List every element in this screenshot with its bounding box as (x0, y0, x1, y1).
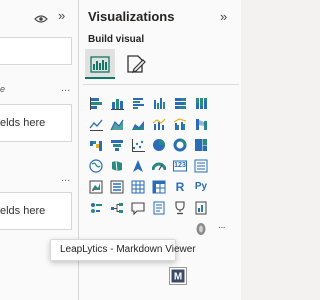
map-icon[interactable] (89, 159, 103, 173)
markdown-viewer-visual-button[interactable]: M (169, 267, 187, 285)
power-apps-icon[interactable] (194, 222, 208, 236)
field-well-placeholder: elds here (0, 205, 46, 217)
table-icon[interactable] (131, 180, 145, 194)
tab-format-visual[interactable] (120, 49, 150, 79)
area-chart-icon[interactable] (110, 117, 124, 131)
waterfall-chart-icon[interactable] (89, 138, 103, 152)
gauge-icon[interactable] (152, 159, 166, 173)
tab-build-visual[interactable] (85, 49, 115, 79)
field-well-more-button[interactable]: ... (61, 172, 70, 184)
field-well-more-button[interactable]: ... (61, 82, 70, 94)
100-stacked-bar-chart-icon[interactable] (173, 96, 187, 110)
clustered-bar-chart-icon[interactable] (131, 96, 145, 110)
collapse-pane-icon[interactable]: » (58, 8, 65, 23)
matrix-icon[interactable] (152, 180, 166, 194)
funnel-chart-icon[interactable] (110, 138, 124, 152)
search-field-box[interactable] (0, 37, 72, 65)
azure-map-icon[interactable] (131, 159, 145, 173)
scatter-chart-icon[interactable] (131, 138, 145, 152)
more-visuals-icon[interactable]: ··· (215, 222, 229, 236)
collapse-pane-icon[interactable]: » (220, 9, 227, 24)
card-label: 123 (174, 162, 186, 169)
q-and-a-icon[interactable] (131, 201, 145, 215)
eye-icon[interactable] (34, 11, 48, 23)
slicer-icon[interactable] (110, 180, 124, 194)
format-visual-icon (127, 55, 146, 73)
decomposition-tree-icon[interactable] (110, 201, 124, 215)
tooltip-text: LeapLytics - Markdown Viewer (60, 244, 196, 255)
more-visuals-label: ··· (218, 225, 226, 232)
paginated-report-icon[interactable] (194, 201, 208, 215)
treemap-icon[interactable] (194, 138, 208, 152)
kpi-icon[interactable] (89, 180, 103, 194)
field-well-dropzone[interactable]: elds here (0, 104, 72, 142)
line-chart-icon[interactable] (89, 117, 103, 131)
r-script-visual-icon[interactable]: R (173, 180, 187, 194)
card-icon[interactable]: 123 (173, 159, 187, 173)
100-stacked-column-chart-icon[interactable] (194, 96, 208, 110)
stacked-bar-chart-icon[interactable] (89, 96, 103, 110)
key-influencers-icon[interactable] (89, 201, 103, 215)
donut-chart-icon[interactable] (173, 138, 187, 152)
clustered-column-chart-icon[interactable] (152, 96, 166, 110)
line-and-clustered-column-chart-icon[interactable] (173, 117, 187, 131)
pie-chart-icon[interactable] (152, 138, 166, 152)
field-well-placeholder: elds here (0, 117, 46, 129)
python-visual-label: Py (194, 181, 208, 192)
python-visual-icon[interactable]: Py (194, 180, 208, 194)
stacked-column-chart-icon[interactable] (110, 96, 124, 110)
markdown-viewer-letter: M (174, 272, 182, 283)
filled-map-icon[interactable] (110, 159, 124, 173)
r-script-visual-label: R (175, 180, 185, 194)
multi-row-card-icon[interactable] (194, 159, 208, 173)
visual-tooltip: LeapLytics - Markdown Viewer (50, 239, 196, 261)
field-well-title: e (0, 84, 6, 94)
field-well-dropzone[interactable]: elds here (0, 192, 72, 230)
line-and-stacked-column-chart-icon[interactable] (152, 117, 166, 131)
markdown-viewer-icon: M (169, 267, 187, 285)
pane-title: Visualizations (88, 9, 175, 24)
build-visual-label: Build visual (88, 34, 145, 45)
ribbon-chart-icon[interactable] (194, 117, 208, 131)
goals-icon[interactable] (173, 201, 187, 215)
build-visual-icon (90, 56, 110, 73)
smart-narrative-icon[interactable] (152, 201, 166, 215)
tab-separator (83, 84, 239, 85)
stacked-area-chart-icon[interactable] (131, 117, 145, 131)
